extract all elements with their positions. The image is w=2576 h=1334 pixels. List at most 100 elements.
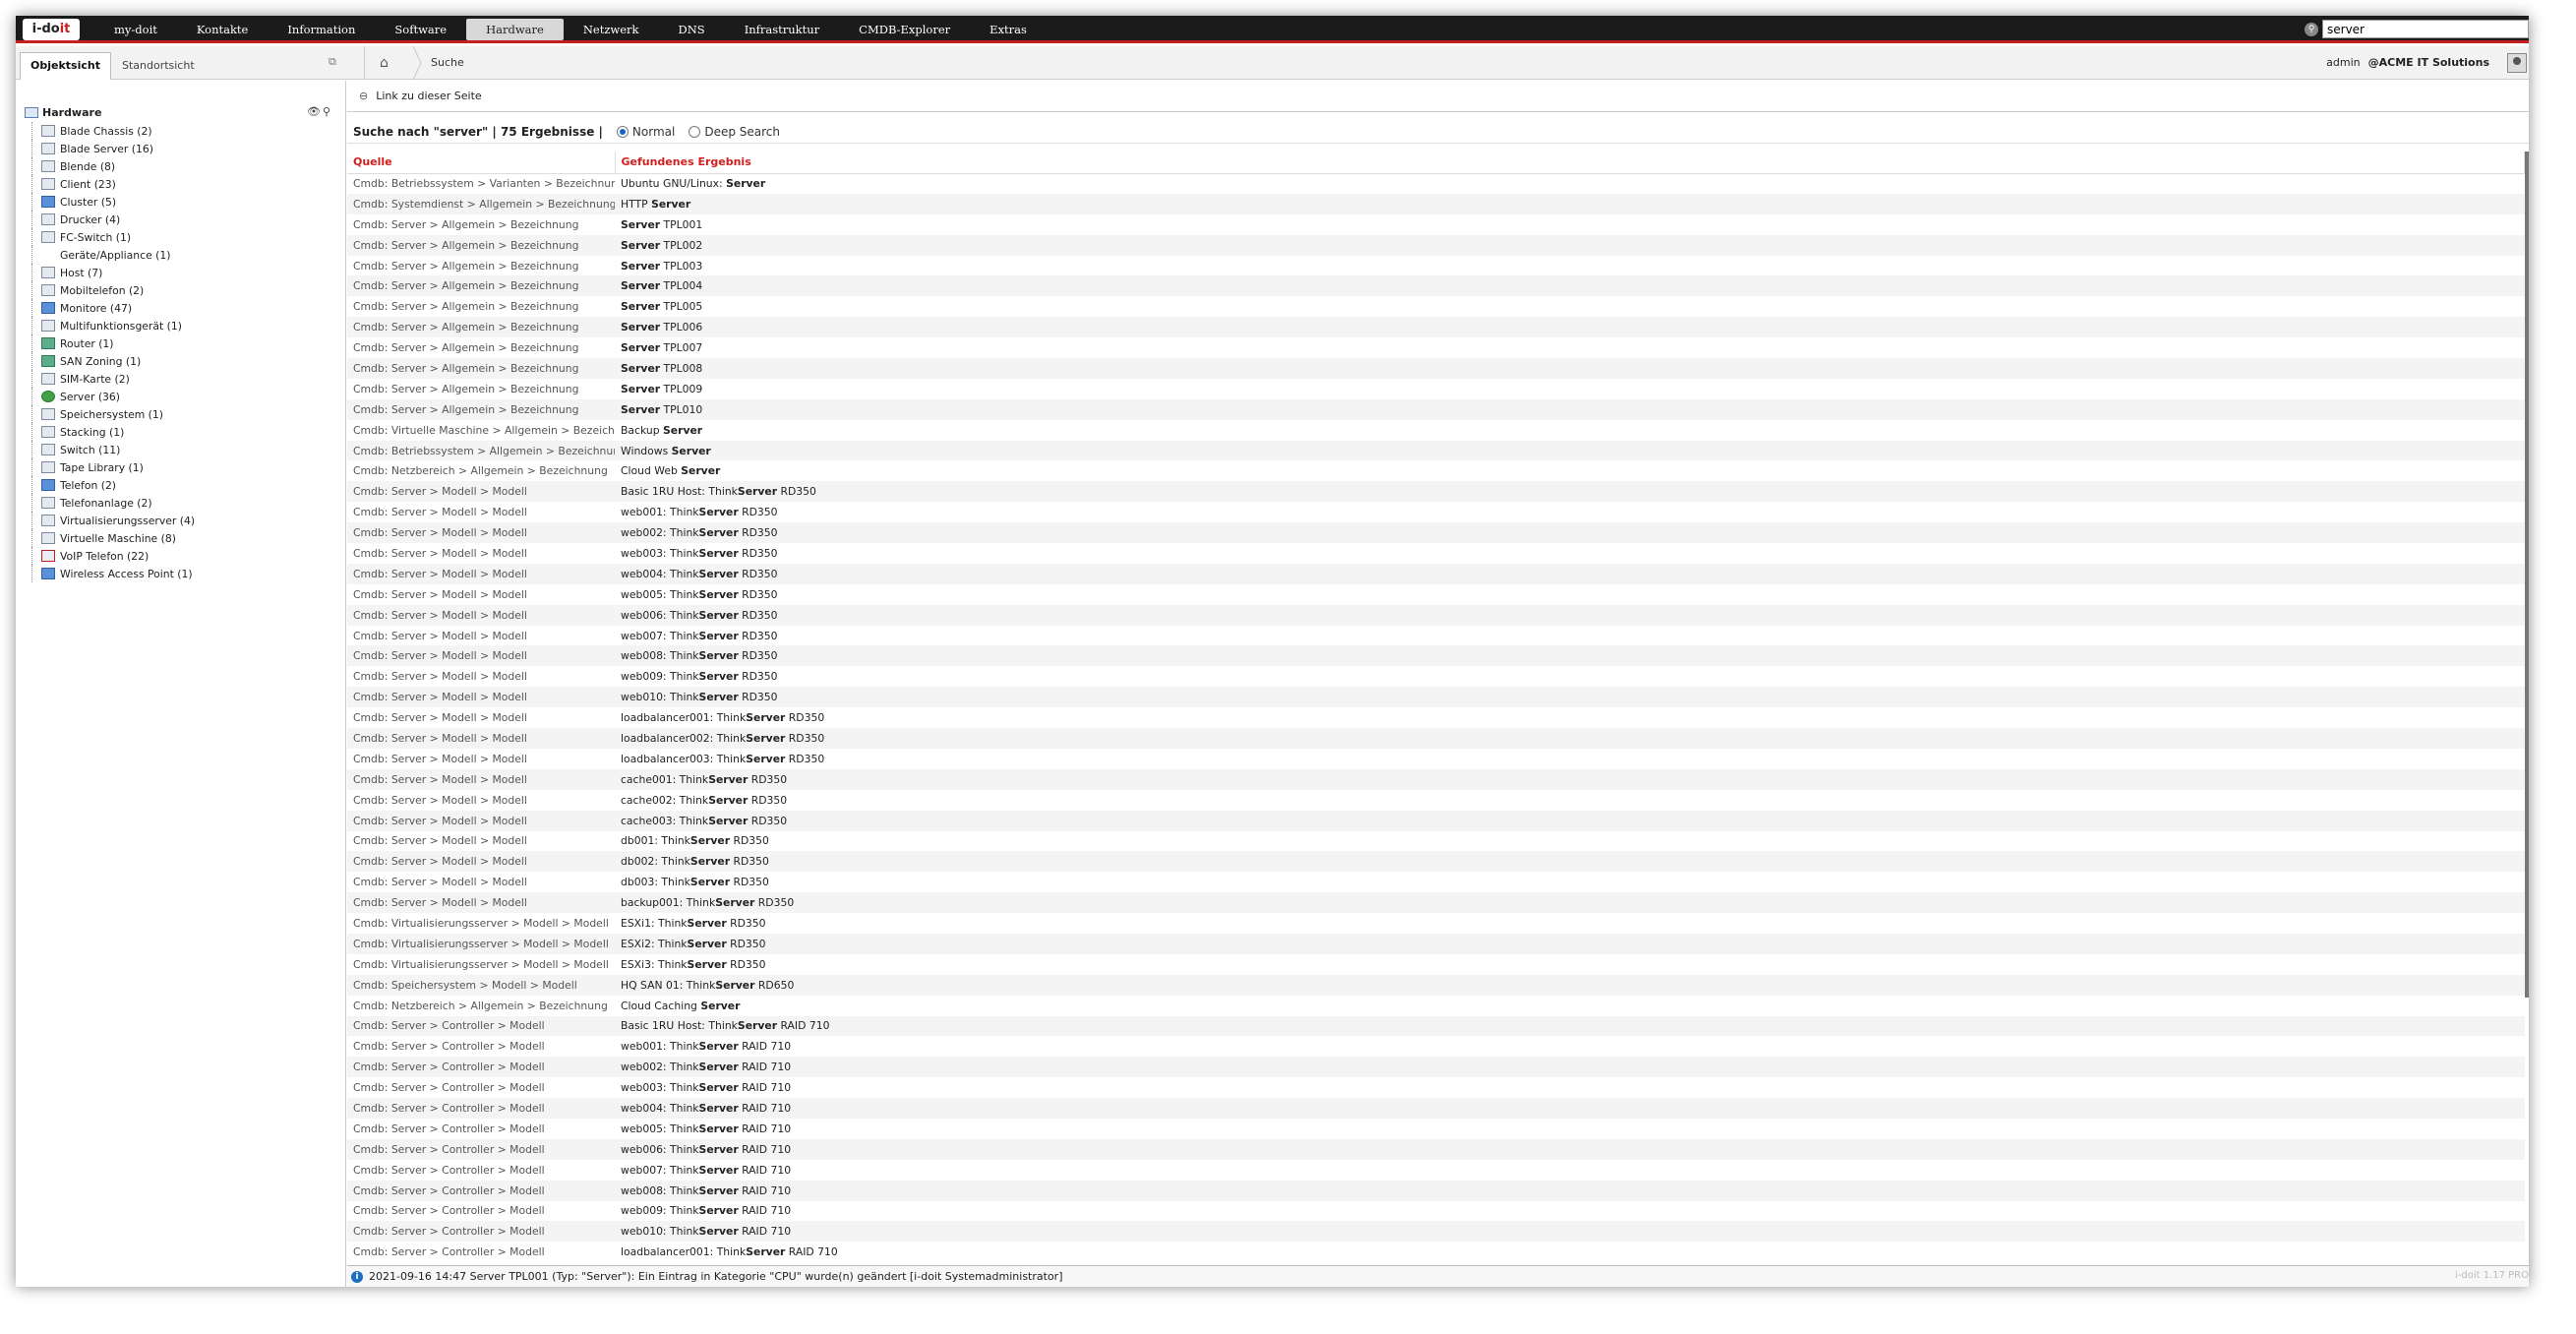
table-row[interactable]: Cmdb: Server > Controller > Modell web002… [347, 1057, 2525, 1078]
radio-deep-search[interactable]: Deep Search [689, 125, 780, 139]
cell-result[interactable]: web010: ThinkServer RAID 710 [615, 1221, 2525, 1243]
page-link[interactable]: Link zu dieser Seite [376, 90, 481, 102]
table-row[interactable]: Cmdb: Speichersystem > Modell > Modell HQ… [347, 974, 2525, 996]
cell-result[interactable]: web007: ThinkServer RAID 710 [615, 1160, 2525, 1181]
cell-result[interactable]: HTTP Server [615, 193, 2525, 214]
cell-result[interactable]: Backup Server [615, 420, 2525, 441]
table-row[interactable]: Cmdb: Virtualisierungsserver > Modell > … [347, 933, 2525, 954]
scrollbar[interactable] [2525, 152, 2529, 998]
link-icon[interactable]: ⊖ [359, 90, 368, 102]
table-row[interactable]: Cmdb: Systemdienst > Allgemein > Bezeich… [347, 193, 2525, 214]
tree-root-hardware[interactable]: Hardware [25, 104, 101, 120]
table-row[interactable]: Cmdb: Server > Controller > Modell web005… [347, 1119, 2525, 1139]
table-row[interactable]: Cmdb: Server > Controller > Modell web007… [347, 1160, 2525, 1181]
tree-item[interactable]: Telefon (2) [30, 476, 195, 494]
table-row[interactable]: Cmdb: Server > Controller > Modell web010… [347, 1221, 2525, 1243]
cell-result[interactable]: Server TPL002 [615, 234, 2525, 256]
table-row[interactable]: Cmdb: Server > Modell > Modell db001: Thi… [347, 831, 2525, 852]
nav-software[interactable]: Software [375, 16, 466, 43]
table-row[interactable]: Cmdb: Server > Allgemein > Bezeichnung Se… [347, 256, 2525, 276]
tree-item[interactable]: Virtuelle Maschine (8) [30, 529, 195, 547]
cell-result[interactable]: web009: ThinkServer RD350 [615, 666, 2525, 687]
table-row[interactable]: Cmdb: Server > Modell > Modell db002: Thi… [347, 851, 2525, 873]
cell-result[interactable]: ESXi2: ThinkServer RD350 [615, 933, 2525, 954]
table-row[interactable]: Cmdb: Server > Modell > Modell loadbalanc… [347, 728, 2525, 749]
table-row[interactable]: Cmdb: Server > Modell > Modell web009: Th… [347, 666, 2525, 687]
table-row[interactable]: Cmdb: Betriebssystem > Varianten > Bezei… [347, 173, 2525, 194]
table-row[interactable]: Cmdb: Virtualisierungsserver > Modell > … [347, 913, 2525, 934]
table-row[interactable]: Cmdb: Server > Allgemein > Bezeichnung Se… [347, 275, 2525, 297]
tree-item[interactable]: Tape Library (1) [30, 458, 195, 476]
table-row[interactable]: Cmdb: Server > Allgemein > Bezeichnung Se… [347, 398, 2525, 420]
nav-netzwerk[interactable]: Netzwerk [564, 16, 659, 43]
idoit-logo[interactable]: i-doit [23, 19, 80, 40]
table-row[interactable]: Cmdb: Server > Modell > Modell web007: Th… [347, 626, 2525, 646]
cell-result[interactable]: Server TPL004 [615, 275, 2525, 297]
cell-result[interactable]: cache001: ThinkServer RD350 [615, 768, 2525, 790]
nav-my-doit[interactable]: my-doit [94, 16, 177, 43]
table-row[interactable]: Cmdb: Server > Allgemein > Bezeichnung Se… [347, 337, 2525, 358]
column-header-quelle[interactable]: Quelle [347, 152, 616, 174]
user-avatar-icon[interactable] [2507, 53, 2527, 73]
cell-result[interactable]: web005: ThinkServer RAID 710 [615, 1119, 2525, 1139]
tree-item[interactable]: Host (7) [30, 264, 195, 281]
tree-item[interactable]: Virtualisierungsserver (4) [30, 512, 195, 529]
cell-result[interactable]: web008: ThinkServer RD350 [615, 645, 2525, 667]
table-row[interactable]: Cmdb: Server > Modell > Modell web008: Th… [347, 645, 2525, 667]
cell-result[interactable]: Cloud Caching Server [615, 996, 2525, 1016]
home-icon[interactable]: ⌂ [364, 46, 403, 80]
cell-result[interactable]: ESXi1: ThinkServer RD350 [615, 913, 2525, 934]
tree-item[interactable]: Router (1) [30, 334, 195, 352]
cell-result[interactable]: web005: ThinkServer RD350 [615, 584, 2525, 605]
cell-result[interactable]: db001: ThinkServer RD350 [615, 831, 2525, 852]
cell-result[interactable]: web002: ThinkServer RAID 710 [615, 1057, 2525, 1078]
cell-result[interactable]: Server TPL005 [615, 296, 2525, 317]
tree-item[interactable]: Multifunktionsgerät (1) [30, 317, 195, 334]
table-row[interactable]: Cmdb: Server > Allgemein > Bezeichnung Se… [347, 358, 2525, 379]
tree-item[interactable]: Blade Server (16) [30, 140, 195, 157]
cell-result[interactable]: web002: ThinkServer RD350 [615, 522, 2525, 544]
cell-result[interactable]: Server TPL007 [615, 337, 2525, 358]
global-search-input[interactable] [2322, 20, 2529, 38]
cell-result[interactable]: web007: ThinkServer RD350 [615, 626, 2525, 646]
table-row[interactable]: Cmdb: Server > Allgemein > Bezeichnung Se… [347, 234, 2525, 256]
table-row[interactable]: Cmdb: Server > Modell > Modell web003: Th… [347, 543, 2525, 564]
table-row[interactable]: Cmdb: Server > Controller > Modell web006… [347, 1138, 2525, 1160]
table-row[interactable]: Cmdb: Server > Allgemein > Bezeichnung Se… [347, 379, 2525, 399]
table-row[interactable]: Cmdb: Netzbereich > Allgemein > Bezeichn… [347, 996, 2525, 1016]
table-row[interactable]: Cmdb: Server > Modell > Modell cache001: … [347, 768, 2525, 790]
tree-item[interactable]: Geräte/Appliance (1) [30, 246, 195, 264]
cell-result[interactable]: loadbalancer001: ThinkServer RAID 710 [615, 1242, 2525, 1262]
search-icon[interactable]: ⚲ [2305, 22, 2318, 36]
cell-result[interactable]: Server TPL008 [615, 358, 2525, 379]
table-row[interactable]: Cmdb: Server > Modell > Modell db003: Thi… [347, 872, 2525, 892]
cell-result[interactable]: Windows Server [615, 440, 2525, 461]
table-row[interactable]: Cmdb: Server > Modell > Modell Basic 1RU … [347, 481, 2525, 503]
tree-item[interactable]: FC-Switch (1) [30, 228, 195, 246]
table-row[interactable]: Cmdb: Server > Controller > Modell loadba… [347, 1242, 2525, 1262]
cell-result[interactable]: web010: ThinkServer RD350 [615, 687, 2525, 708]
table-row[interactable]: Cmdb: Server > Controller > Modell web004… [347, 1098, 2525, 1119]
cell-result[interactable]: web004: ThinkServer RD350 [615, 563, 2525, 584]
cell-result[interactable]: web006: ThinkServer RAID 710 [615, 1138, 2525, 1160]
cell-result[interactable]: backup001: ThinkServer RD350 [615, 892, 2525, 914]
cell-result[interactable]: web003: ThinkServer RAID 710 [615, 1077, 2525, 1098]
table-row[interactable]: Cmdb: Server > Allgemein > Bezeichnung Se… [347, 214, 2525, 235]
cell-result[interactable]: Basic 1RU Host: ThinkServer RAID 710 [615, 1015, 2525, 1037]
cell-result[interactable]: cache003: ThinkServer RD350 [615, 810, 2525, 831]
breadcrumb-current[interactable]: Suche [403, 46, 464, 80]
tree-item[interactable]: Cluster (5) [30, 193, 195, 211]
nav-cmdb-explorer[interactable]: CMDB-Explorer [839, 16, 970, 43]
table-row[interactable]: Cmdb: Server > Modell > Modell loadbalanc… [347, 707, 2525, 728]
table-row[interactable]: Cmdb: Server > Modell > Modell loadbalanc… [347, 749, 2525, 769]
tree-item[interactable]: Wireless Access Point (1) [30, 565, 195, 582]
tree-item[interactable]: Server (36) [30, 388, 195, 405]
cell-result[interactable]: Ubuntu GNU/Linux: Server [615, 173, 2525, 194]
cell-result[interactable]: web001: ThinkServer RAID 710 [615, 1036, 2525, 1057]
tree-item[interactable]: SIM-Karte (2) [30, 370, 195, 388]
cell-result[interactable]: HQ SAN 01: ThinkServer RD650 [615, 974, 2525, 996]
cell-result[interactable]: Server TPL001 [615, 214, 2525, 235]
table-row[interactable]: Cmdb: Server > Allgemein > Bezeichnung Se… [347, 317, 2525, 338]
tree-item[interactable]: Mobiltelefon (2) [30, 281, 195, 299]
table-row[interactable]: Cmdb: Server > Controller > Modell Basic … [347, 1015, 2525, 1037]
